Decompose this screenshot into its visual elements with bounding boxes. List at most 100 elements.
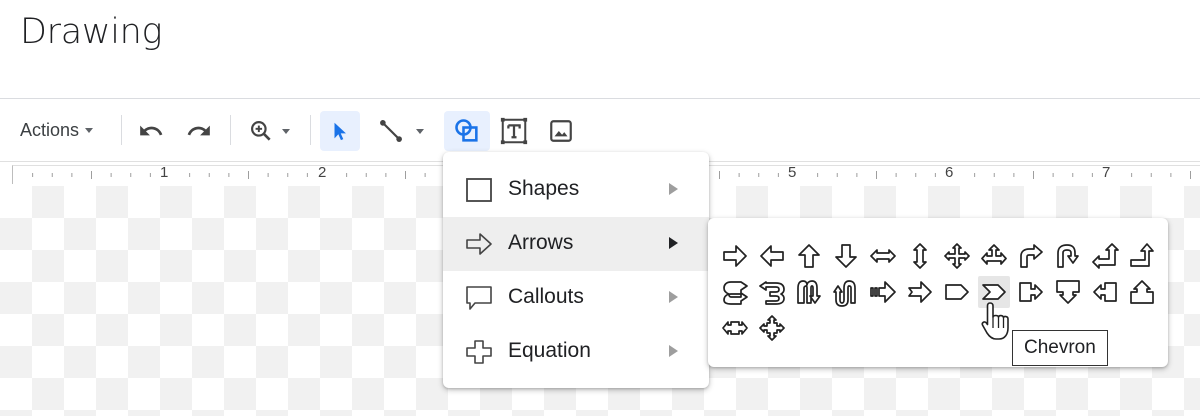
left-arrow-shape-button[interactable] xyxy=(756,240,788,272)
bent-up-arrow-icon xyxy=(1130,243,1154,267)
curved-up-arrow-shape-button[interactable] xyxy=(793,276,825,308)
chevron-right-icon xyxy=(669,237,678,249)
zoom-icon xyxy=(251,121,271,141)
notched-right-arrow-icon xyxy=(908,281,932,303)
menu-item-label: Shapes xyxy=(508,177,580,200)
tooltip: Chevron xyxy=(1012,330,1108,366)
up-arrow-callout-icon xyxy=(1130,280,1154,304)
chevron-right-icon xyxy=(669,345,678,357)
arrow-shape-icon xyxy=(466,233,492,255)
plus-shape-icon xyxy=(466,340,492,364)
up-down-arrow-icon xyxy=(913,243,927,269)
shape-tool-button[interactable] xyxy=(444,111,490,151)
notched-right-arrow-shape-button[interactable] xyxy=(904,276,936,308)
curved-left-arrow-shape-button[interactable] xyxy=(756,276,788,308)
insert-image-button[interactable] xyxy=(541,111,581,151)
chevron-down-icon xyxy=(416,128,424,134)
left-right-arrow-callout-icon xyxy=(722,321,748,335)
bent-up-arrow-shape-button[interactable] xyxy=(1126,240,1158,272)
left-right-arrow-icon xyxy=(870,249,896,263)
hand-cursor-icon xyxy=(981,302,1009,340)
left-arrow-callout-icon xyxy=(1093,282,1117,302)
ruler-label: 7 xyxy=(1102,164,1111,181)
left-right-up-arrow-icon xyxy=(981,244,1007,265)
toolbar-divider xyxy=(310,115,311,145)
up-down-arrow-shape-button[interactable] xyxy=(904,240,936,272)
chevron-right-icon xyxy=(669,291,678,303)
cursor-arrow-icon xyxy=(334,122,346,141)
down-arrow-icon xyxy=(835,244,857,268)
menu-item-shapes[interactable]: Shapes xyxy=(443,163,709,217)
curved-down-arrow-shape-button[interactable] xyxy=(830,276,862,308)
menu-item-callouts[interactable]: Callouts xyxy=(443,271,709,325)
redo-icon xyxy=(187,125,210,136)
bent-arrow-icon xyxy=(1020,244,1043,268)
up-arrow-callout-shape-button[interactable] xyxy=(1126,276,1158,308)
square-shape-icon xyxy=(466,178,492,202)
undo-button[interactable] xyxy=(131,111,171,151)
ruler-label: 2 xyxy=(318,164,327,181)
redo-button[interactable] xyxy=(179,111,219,151)
undo-icon xyxy=(140,125,163,136)
toolbar-divider xyxy=(121,115,122,145)
chevron-down-icon xyxy=(282,128,290,134)
down-arrow-callout-icon xyxy=(1056,280,1080,304)
u-turn-arrow-shape-button[interactable] xyxy=(1052,240,1084,272)
down-arrow-callout-shape-button[interactable] xyxy=(1052,276,1084,308)
menu-item-label: Arrows xyxy=(508,231,574,254)
image-icon xyxy=(550,120,572,142)
menu-item-label: Callouts xyxy=(508,285,584,308)
striped-right-arrow-icon xyxy=(870,281,896,303)
right-arrow-shape-button[interactable] xyxy=(719,240,751,272)
title-bar: Drawing xyxy=(0,0,1200,99)
quad-arrow-shape-button[interactable] xyxy=(941,240,973,272)
bent-arrow-shape-button[interactable] xyxy=(1015,240,1047,272)
curved-right-arrow-shape-button[interactable] xyxy=(719,276,751,308)
menu-item-arrows[interactable]: Arrows xyxy=(443,217,709,271)
app-title: Drawing xyxy=(20,12,163,52)
shape-icon xyxy=(455,119,478,142)
striped-right-arrow-shape-button[interactable] xyxy=(867,276,899,308)
left-right-arrow-shape-button[interactable] xyxy=(867,240,899,272)
quad-arrow-icon xyxy=(944,243,970,269)
u-turn-arrow-icon xyxy=(1057,244,1079,268)
right-arrow-callout-shape-button[interactable] xyxy=(1015,276,1047,308)
actions-menu-button[interactable]: Actions xyxy=(14,113,99,147)
left-arrow-callout-shape-button[interactable] xyxy=(1089,276,1121,308)
pentagon-icon xyxy=(945,284,969,300)
menu-item-equation[interactable]: Equation xyxy=(443,325,709,379)
text-box-icon xyxy=(500,117,528,145)
right-arrow-icon xyxy=(723,245,747,267)
ruler-label: 1 xyxy=(160,164,169,181)
actions-label: Actions xyxy=(20,119,80,140)
line-tool-button[interactable] xyxy=(370,111,432,151)
quad-arrow-callout-shape-button[interactable] xyxy=(756,312,788,344)
down-arrow-shape-button[interactable] xyxy=(830,240,862,272)
shape-menu: Shapes Arrows Callouts Equation xyxy=(443,152,709,388)
pentagon-shape-button[interactable] xyxy=(941,276,973,308)
toolbar-divider xyxy=(230,115,231,145)
left-up-arrow-shape-button[interactable] xyxy=(1089,240,1121,272)
curved-up-arrow-icon xyxy=(797,280,821,304)
select-tool-button[interactable] xyxy=(320,111,360,151)
left-right-arrow-callout-shape-button[interactable] xyxy=(719,312,751,344)
callout-shape-icon xyxy=(466,286,492,310)
left-up-arrow-icon xyxy=(1092,243,1119,269)
curved-down-arrow-icon xyxy=(833,280,856,307)
ruler-label: 6 xyxy=(945,164,954,181)
chevron-right-icon xyxy=(669,183,678,195)
left-right-up-arrow-shape-button[interactable] xyxy=(978,240,1010,272)
line-icon xyxy=(380,120,402,142)
chevron-down-icon xyxy=(85,127,94,133)
text-box-button[interactable] xyxy=(494,111,534,151)
quad-arrow-callout-icon xyxy=(759,315,785,341)
up-arrow-icon xyxy=(798,244,820,268)
up-arrow-shape-button[interactable] xyxy=(793,240,825,272)
zoom-button[interactable] xyxy=(240,111,298,151)
right-arrow-callout-icon xyxy=(1019,282,1043,302)
ruler-label: 5 xyxy=(788,164,797,181)
menu-item-label: Equation xyxy=(508,339,591,362)
curved-right-arrow-icon xyxy=(723,281,748,305)
curved-left-arrow-icon xyxy=(759,281,785,305)
left-arrow-icon xyxy=(760,245,784,267)
